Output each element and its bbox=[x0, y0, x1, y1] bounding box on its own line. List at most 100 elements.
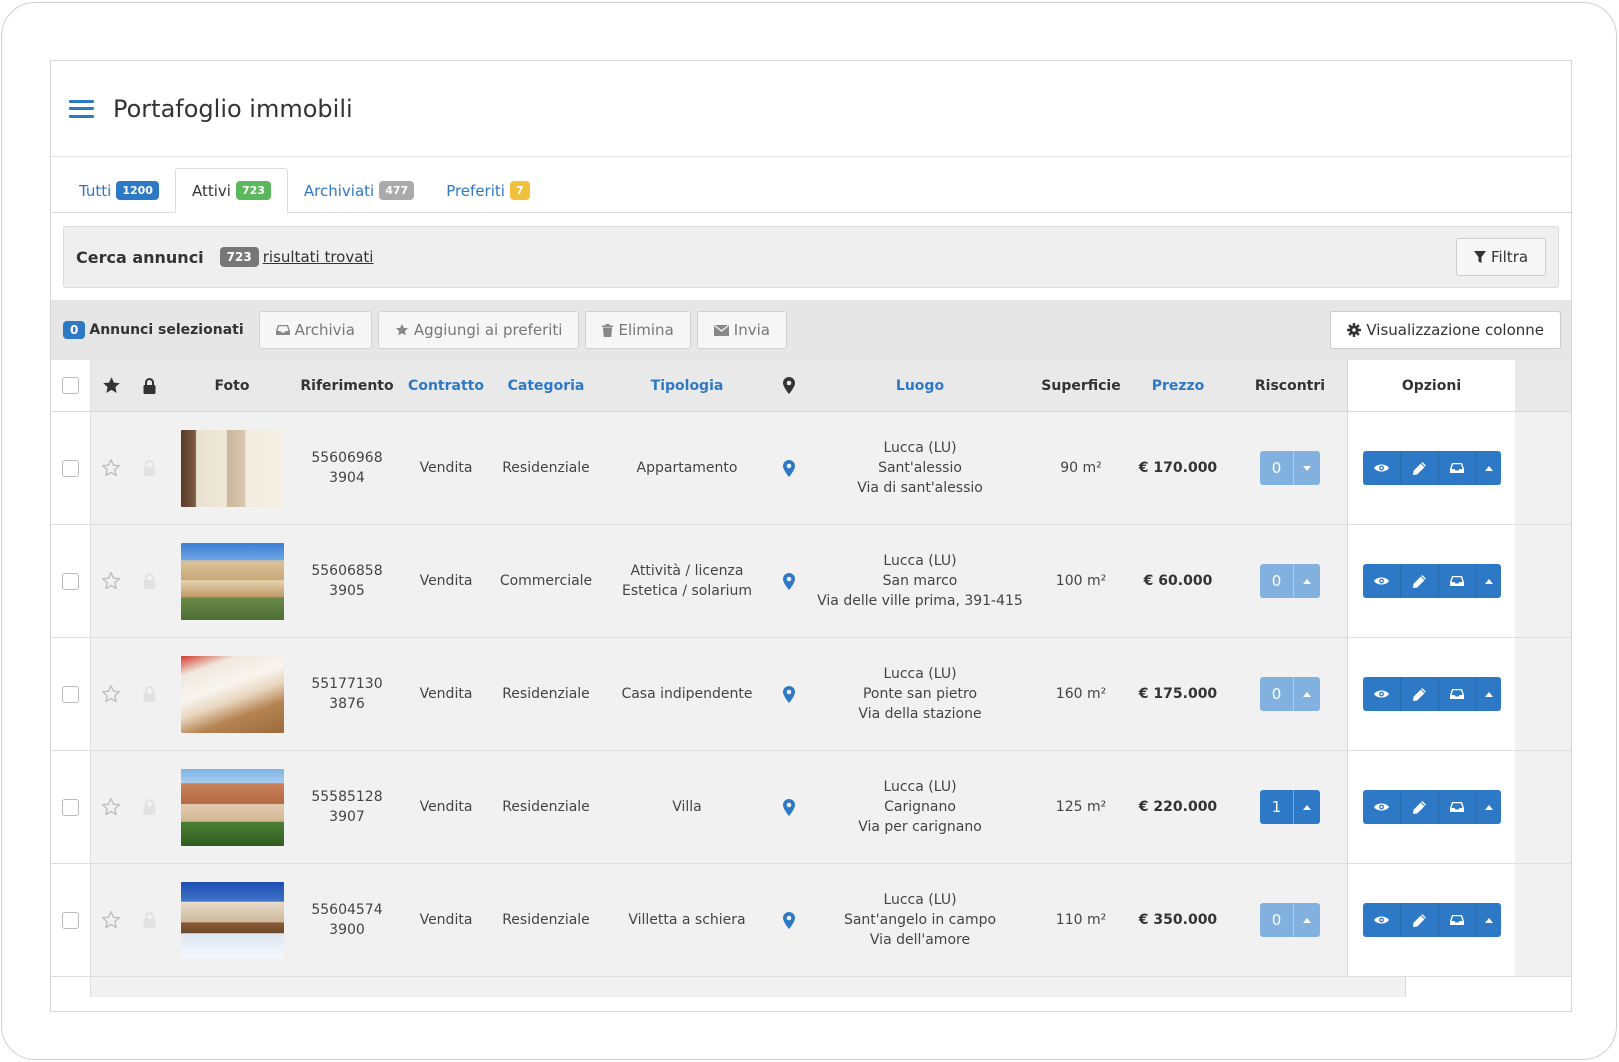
matches-count: 0 bbox=[1260, 564, 1293, 598]
map-pin-icon[interactable] bbox=[783, 572, 795, 590]
contract-cell: Vendita bbox=[419, 912, 473, 928]
photo-cell bbox=[167, 412, 297, 524]
caret-icon bbox=[1293, 451, 1320, 485]
lock-icon[interactable] bbox=[143, 573, 156, 589]
matches-count: 0 bbox=[1260, 451, 1293, 485]
options-cell bbox=[1347, 638, 1515, 750]
property-photo[interactable] bbox=[180, 542, 284, 620]
select-all-checkbox[interactable] bbox=[62, 377, 79, 394]
row-checkbox[interactable] bbox=[62, 459, 79, 477]
archive-button[interactable]: Archivia bbox=[258, 311, 372, 349]
tab-archiviati[interactable]: Archiviati 477 bbox=[288, 168, 430, 213]
typology-line: Villetta a schiera bbox=[628, 912, 746, 928]
favorite-cell bbox=[91, 525, 131, 637]
view-button[interactable] bbox=[1363, 790, 1401, 824]
column-header-categoria[interactable]: Categoria bbox=[495, 360, 597, 411]
tab-attivi[interactable]: Attivi 723 bbox=[174, 168, 288, 213]
caret-up-icon bbox=[1484, 804, 1493, 810]
row-checkbox[interactable] bbox=[62, 572, 79, 590]
photo-cell bbox=[167, 751, 297, 863]
eye-icon bbox=[1373, 916, 1389, 924]
caret-up-icon bbox=[1484, 578, 1493, 584]
more-options-button[interactable] bbox=[1477, 677, 1501, 711]
results-link[interactable]: risultati trovati bbox=[263, 248, 374, 266]
star-outline-icon[interactable] bbox=[101, 458, 121, 478]
lock-icon[interactable] bbox=[143, 799, 156, 815]
tab-preferiti[interactable]: Preferiti 7 bbox=[430, 168, 545, 213]
caret-up-icon bbox=[1484, 465, 1493, 471]
matches-dropdown[interactable]: 0 bbox=[1260, 564, 1320, 598]
location-area: San marco bbox=[882, 573, 958, 589]
surface-cell: 160 m² bbox=[1055, 686, 1107, 702]
star-outline-icon[interactable] bbox=[101, 684, 121, 704]
row-checkbox[interactable] bbox=[62, 911, 79, 929]
more-options-button[interactable] bbox=[1477, 564, 1501, 598]
typology-cell: Casa indipendente bbox=[597, 638, 777, 750]
edit-button[interactable] bbox=[1401, 451, 1439, 485]
location-street: Via di sant'alessio bbox=[857, 480, 983, 496]
send-button[interactable]: Invia bbox=[696, 311, 787, 349]
edit-button[interactable] bbox=[1401, 903, 1439, 937]
column-header-superficie: Superficie bbox=[1041, 377, 1121, 394]
eye-icon bbox=[1373, 464, 1389, 472]
archive-row-button[interactable] bbox=[1439, 564, 1477, 598]
matches-dropdown[interactable]: 0 bbox=[1260, 677, 1320, 711]
column-header-luogo[interactable]: Luogo bbox=[801, 360, 1039, 411]
property-photo[interactable] bbox=[180, 768, 284, 846]
edit-button[interactable] bbox=[1401, 677, 1439, 711]
tab-tutti[interactable]: Tutti 1200 bbox=[63, 168, 175, 213]
view-button[interactable] bbox=[1363, 903, 1401, 937]
contract-cell: Vendita bbox=[419, 573, 473, 589]
column-visibility-button[interactable]: Visualizzazione colonne bbox=[1330, 311, 1561, 349]
matches-count: 0 bbox=[1260, 903, 1293, 937]
more-options-button[interactable] bbox=[1477, 451, 1501, 485]
pencil-icon bbox=[1412, 800, 1426, 814]
map-pin-icon[interactable] bbox=[783, 798, 795, 816]
view-button[interactable] bbox=[1363, 677, 1401, 711]
lock-icon[interactable] bbox=[143, 686, 156, 702]
typology-line: Casa indipendente bbox=[621, 686, 753, 702]
map-pin-icon[interactable] bbox=[783, 459, 795, 477]
map-pin-icon[interactable] bbox=[783, 685, 795, 703]
options-cell bbox=[1347, 864, 1515, 976]
archive-row-button[interactable] bbox=[1439, 451, 1477, 485]
view-button[interactable] bbox=[1363, 451, 1401, 485]
property-photo[interactable] bbox=[180, 429, 284, 507]
view-button[interactable] bbox=[1363, 564, 1401, 598]
row-checkbox[interactable] bbox=[62, 798, 79, 816]
edit-button[interactable] bbox=[1401, 790, 1439, 824]
edit-button[interactable] bbox=[1401, 564, 1439, 598]
matches-dropdown[interactable]: 0 bbox=[1260, 451, 1320, 485]
delete-button[interactable]: Elimina bbox=[585, 311, 691, 349]
archive-row-button[interactable] bbox=[1439, 677, 1477, 711]
archive-row-button[interactable] bbox=[1439, 903, 1477, 937]
more-options-button[interactable] bbox=[1477, 790, 1501, 824]
archive-row-button[interactable] bbox=[1439, 790, 1477, 824]
property-photo[interactable] bbox=[180, 655, 284, 733]
map-pin-icon[interactable] bbox=[783, 911, 795, 929]
select-all-cell bbox=[51, 360, 91, 411]
row-checkbox[interactable] bbox=[62, 685, 79, 703]
filter-button[interactable]: Filtra bbox=[1456, 238, 1546, 276]
contract-cell: Vendita bbox=[419, 460, 473, 476]
star-outline-icon[interactable] bbox=[101, 571, 121, 591]
hamburger-icon[interactable] bbox=[69, 99, 94, 118]
matches-dropdown[interactable]: 1 bbox=[1260, 790, 1320, 824]
price-cell: € 220.000 bbox=[1138, 799, 1218, 815]
add-favorite-button[interactable]: Aggiungi ai preferiti bbox=[377, 311, 580, 349]
column-header-tipologia[interactable]: Tipologia bbox=[597, 360, 777, 411]
lock-icon[interactable] bbox=[143, 460, 156, 476]
inbox-icon bbox=[1450, 689, 1464, 699]
lock-icon[interactable] bbox=[143, 912, 156, 928]
star-outline-icon[interactable] bbox=[101, 797, 121, 817]
property-photo[interactable] bbox=[180, 881, 284, 959]
lock-icon bbox=[143, 377, 155, 394]
more-options-button[interactable] bbox=[1477, 903, 1501, 937]
column-header-contratto[interactable]: Contratto bbox=[397, 360, 495, 411]
matches-dropdown[interactable]: 0 bbox=[1260, 903, 1320, 937]
star-outline-icon[interactable] bbox=[101, 910, 121, 930]
page-header: Portafoglio immobili bbox=[51, 61, 1571, 157]
matches-cell: 0 bbox=[1233, 525, 1347, 637]
column-header-prezzo[interactable]: Prezzo bbox=[1123, 360, 1233, 411]
category-cell: Residenziale bbox=[502, 686, 590, 702]
